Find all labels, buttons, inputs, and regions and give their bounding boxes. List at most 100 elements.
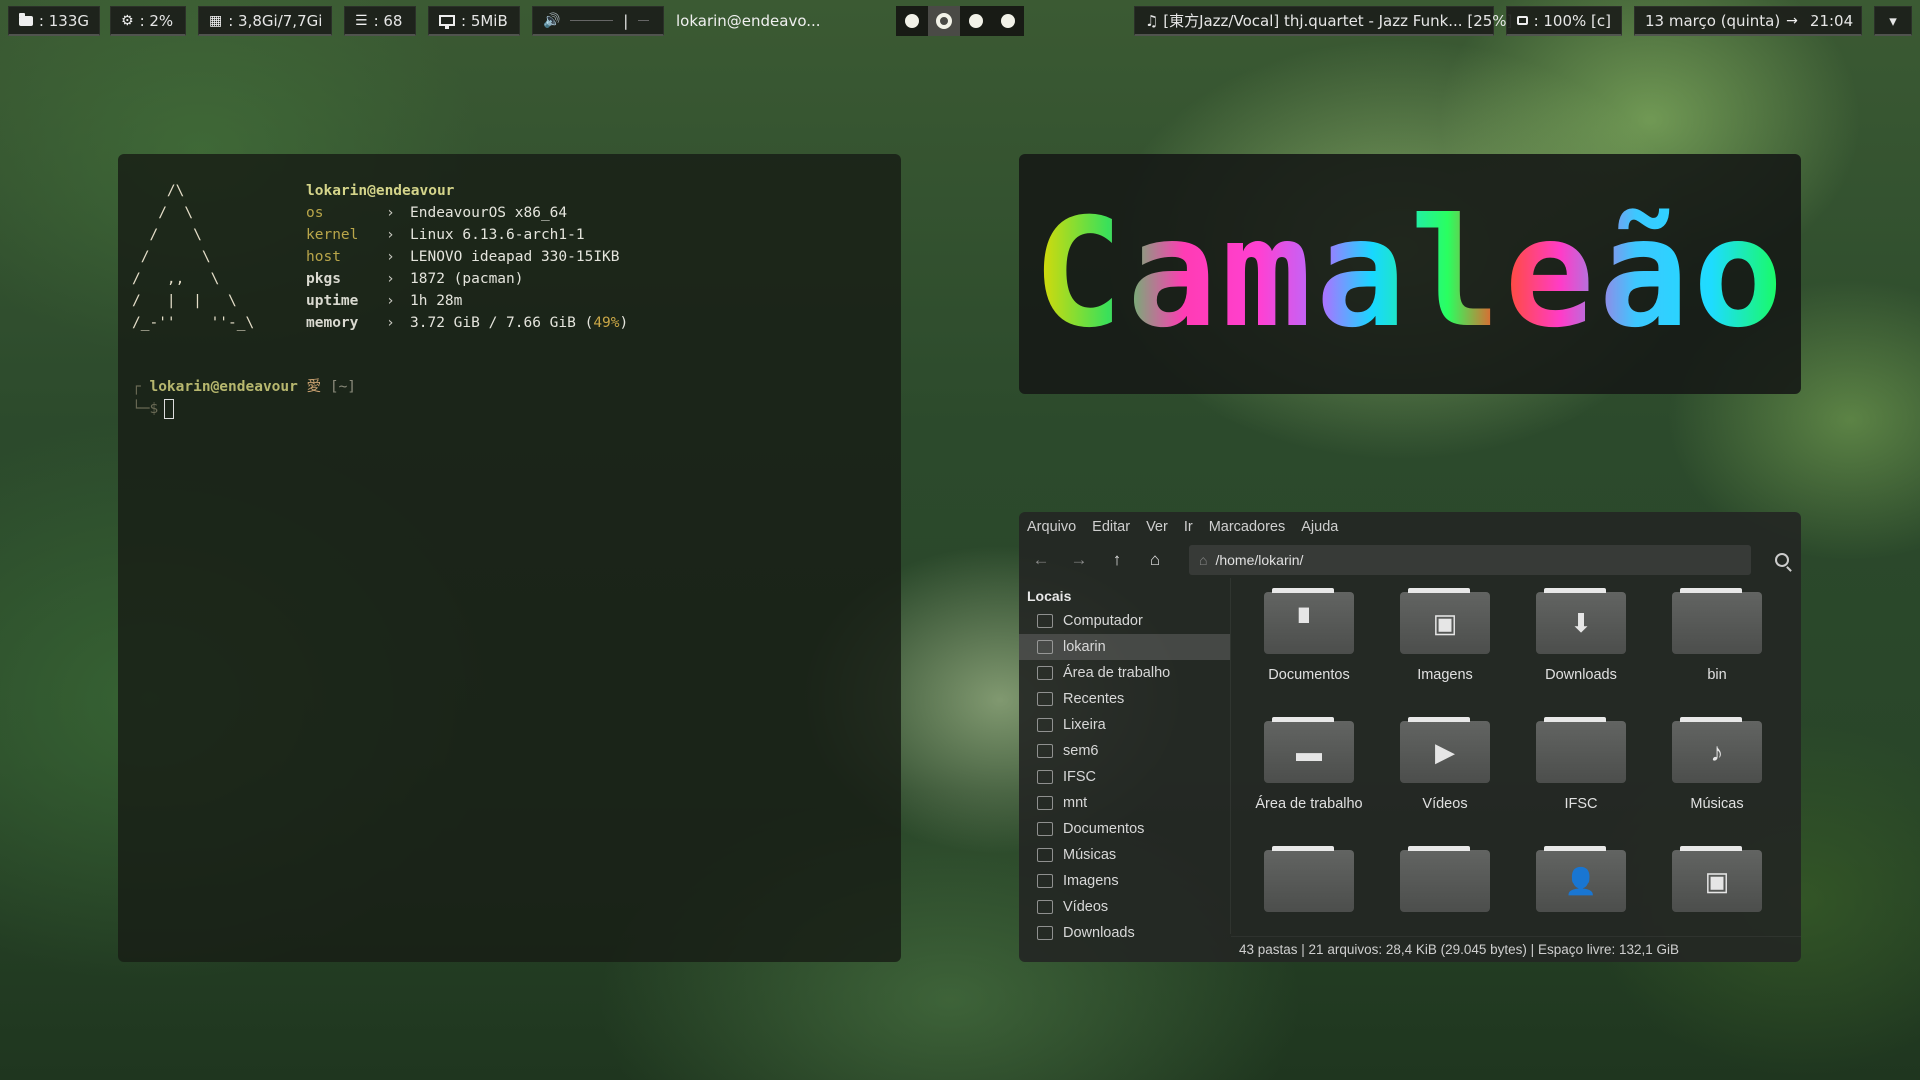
sidebar-item-8[interactable]: Documentos [1019,816,1230,842]
volume-separator: | [623,11,629,30]
home-icon[interactable]: ⌂ [1145,550,1165,570]
workspace-4[interactable] [992,6,1024,36]
fetch-key: uptime [306,293,359,309]
fetch-value: 3.72 GiB / 7.66 GiB ( [410,315,594,331]
tasks-widget[interactable]: ☰ : 68 [344,6,416,36]
sidebar-item-1[interactable]: lokarin [1019,634,1230,660]
file-item[interactable]: ▣ Imagens [1377,586,1513,715]
sidebar-item-3[interactable]: Recentes [1019,686,1230,712]
sidebar-item-2[interactable]: Área de trabalho [1019,660,1230,686]
fetch-row-uptime: uptime › 1h 28m [306,290,628,312]
prompt-bracket: ┌ [132,379,141,395]
location-path: /home/lokarin/ [1215,552,1304,568]
search-icon[interactable] [1775,553,1789,567]
arrow-icon: › [386,205,395,221]
sidebar-item-6[interactable]: IFSC [1019,764,1230,790]
workspace-1[interactable] [896,6,928,36]
workspace-dot [905,14,919,28]
network-widget[interactable]: : 5MiB [428,6,520,36]
file-item[interactable]: ▣ [1649,844,1785,934]
sidebar-item-0[interactable]: Computador [1019,608,1230,634]
menu-marcadores[interactable]: Marcadores [1209,519,1286,535]
folder-icon [1672,588,1762,654]
sidebar-item-4[interactable]: Lixeira [1019,712,1230,738]
sidebar-item-5[interactable]: sem6 [1019,738,1230,764]
document-icon [1037,822,1053,836]
file-manager-window[interactable]: Arquivo Editar Ver Ir Marcadores Ajuda ←… [1019,512,1801,962]
ram-widget[interactable]: ▦ : 3,8Gi/7,7Gi [198,6,332,36]
date-text: 13 março (quinta) [1645,11,1781,30]
terminal-window[interactable]: /\ / \ / \ / \ / ,, \ / | | \ /_-'' ''-_… [118,154,901,962]
fetch-value: 1h 28m [410,293,463,309]
endeavour-ascii-logo: /\ / \ / \ / \ / ,, \ / | | \ /_-'' ''-_… [132,183,255,331]
disk-widget[interactable]: : 133G [8,6,100,36]
arrow-icon: › [386,271,395,287]
sidebar-item-12[interactable]: Downloads [1019,920,1230,946]
menu-ajuda[interactable]: Ajuda [1301,519,1338,535]
menu-button[interactable]: ▾ [1874,6,1912,36]
text-cursor[interactable] [164,399,175,419]
fetch-row-memory: memory › 3.72 GiB / 7.66 GiB (49%) [306,312,628,334]
file-grid: ▘ Documentos ▣ Imagens ⬇ Downloads bin ▬ Área de… [1231,578,1801,934]
menu-ir[interactable]: Ir [1184,519,1193,535]
file-item[interactable]: ▘ Documentos [1241,586,1377,715]
location-bar[interactable]: ⌂ /home/lokarin/ [1189,545,1751,575]
cpu-widget[interactable]: ⚙ : 2% [110,6,186,36]
sidebar-item-label: mnt [1063,795,1088,811]
sidebar-item-11[interactable]: Vídeos [1019,894,1230,920]
folder-icon [1037,796,1053,810]
menu-ver[interactable]: Ver [1146,519,1168,535]
arrow-icon: › [386,293,395,309]
arrow-icon: › [386,227,395,243]
fetch-row-os: os › EndeavourOS x86_64 [306,202,628,224]
sidebar-item-9[interactable]: Músicas [1019,842,1230,868]
network-usage: : 5MiB [461,11,508,30]
sidebar-item-label: Imagens [1063,873,1119,889]
top-bar: : 133G ⚙ : 2% ▦ : 3,8Gi/7,7Gi ☰ : 68 : 5… [0,6,1920,36]
volume-slider[interactable] [570,20,614,21]
prompt-dir: [~] [329,379,357,395]
clock-widget[interactable]: 13 março (quinta) → 21:04 [1634,6,1862,36]
file-item-label: Imagens [1417,667,1473,683]
battery-widget[interactable]: : 100% [c] [1506,6,1622,36]
file-item[interactable]: ⬇ Downloads [1513,586,1649,715]
file-item[interactable]: bin [1649,586,1785,715]
ram-usage: : 3,8Gi/7,7Gi [228,11,323,30]
workspace-3[interactable] [960,6,992,36]
file-item[interactable]: ▬ Área de trabalho [1241,715,1377,844]
desktop-folder-icon: ▬ [1264,717,1354,783]
home-small-icon: ⌂ [1199,552,1208,568]
prompt-dollar: $ [149,401,159,417]
volume-widget[interactable]: 🔊 | [532,6,664,36]
file-item[interactable] [1241,844,1377,934]
menu-arquivo[interactable]: Arquivo [1027,519,1076,535]
sidebar-item-10[interactable]: Imagens [1019,868,1230,894]
task-list-icon: ☰ [355,12,368,29]
battery-level: : 100% [c] [1533,11,1611,30]
menu-bar: Arquivo Editar Ver Ir Marcadores Ajuda [1019,512,1801,542]
active-window-title: lokarin@endeavo... [676,12,821,30]
shell-prompt[interactable]: ┌ lokarin@endeavour 愛 [~] └─$ [132,376,887,420]
file-item[interactable]: IFSC [1513,715,1649,844]
file-item[interactable]: 👤 [1513,844,1649,934]
music-widget[interactable]: ♫ [東方Jazz/Vocal] thj.quartet - Jazz Funk… [1134,6,1512,36]
sidebar-item-7[interactable]: mnt [1019,790,1230,816]
file-item-label: IFSC [1564,796,1598,812]
workspace-dot-active [936,13,952,29]
banner-title: Camaleão [1032,187,1788,361]
workspace-2[interactable] [928,6,960,36]
up-arrow-icon[interactable]: ↑ [1107,550,1127,570]
file-item[interactable]: ▶ Vídeos [1377,715,1513,844]
trash-icon [1037,718,1053,732]
folder-icon [1037,744,1053,758]
sidebar-item-label: Downloads [1063,925,1135,941]
sidebar-item-label: Lixeira [1063,717,1106,733]
file-item[interactable]: ♪ Músicas [1649,715,1785,844]
forward-arrow-icon[interactable]: → [1069,550,1089,570]
menu-editar[interactable]: Editar [1092,519,1130,535]
clock-icon [1037,692,1053,706]
file-item[interactable] [1377,844,1513,934]
home-icon [1037,640,1053,654]
fetch-value: Linux 6.13.6-arch1-1 [410,227,585,243]
back-arrow-icon[interactable]: ← [1031,550,1051,570]
